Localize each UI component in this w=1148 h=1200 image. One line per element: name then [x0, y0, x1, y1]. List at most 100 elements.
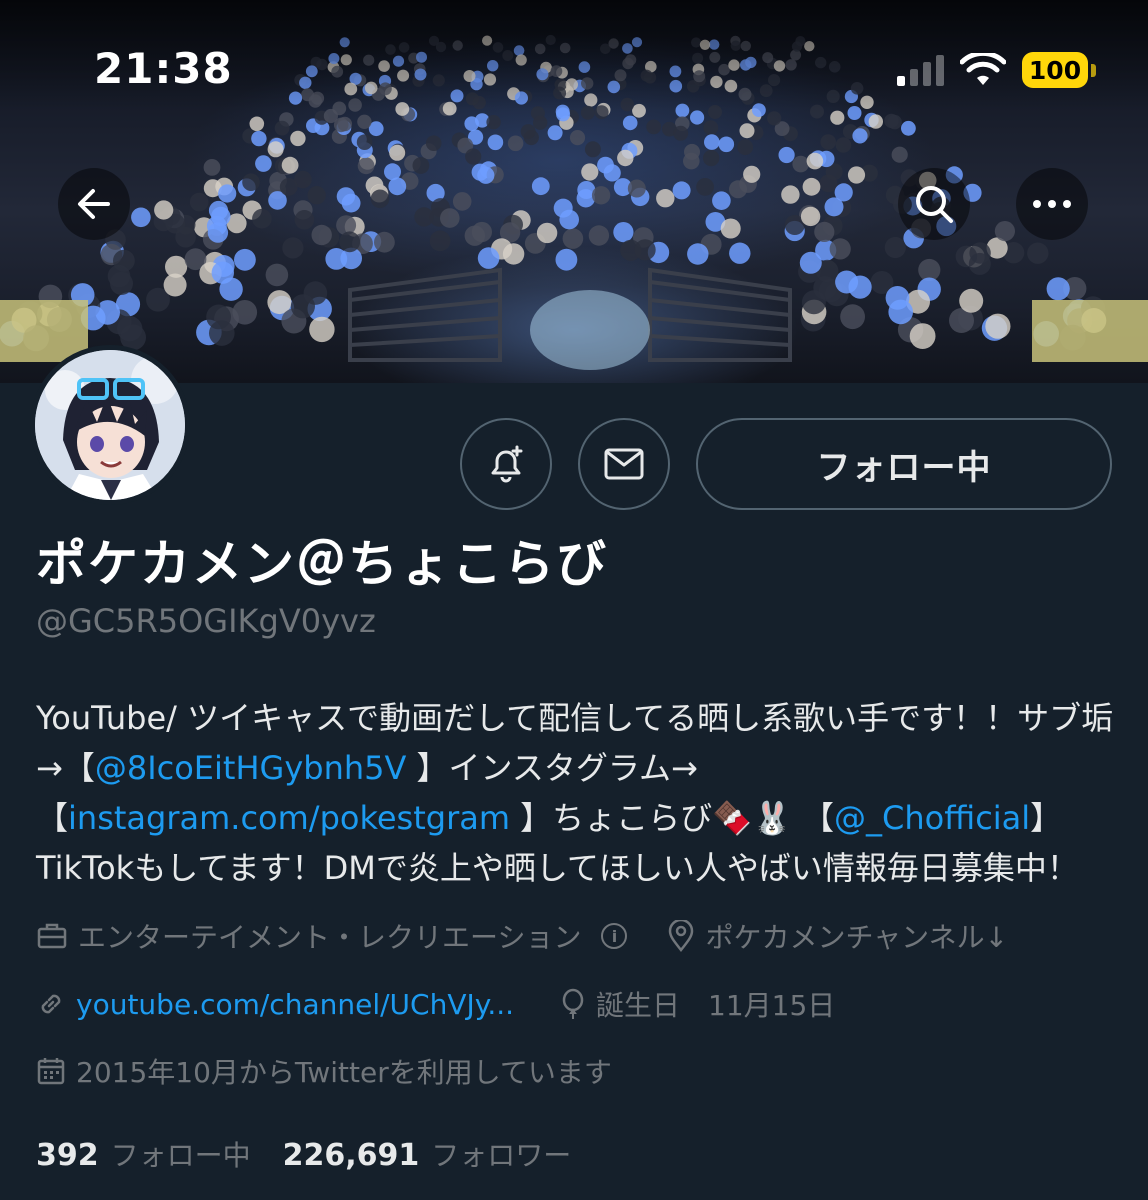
crowd-dot [617, 149, 634, 167]
crowd-dot [555, 248, 578, 271]
avatar-illustration [35, 350, 185, 500]
category-label: エンターテイメント・レクリエーション [78, 921, 582, 954]
followers-count: 226,691 [282, 1138, 420, 1173]
crowd-dot [613, 222, 634, 243]
crowd-dot [703, 120, 719, 136]
crowd-dot [672, 181, 691, 200]
notifications-button[interactable] [460, 418, 552, 510]
crowd-dot [569, 130, 586, 146]
crowd-dot [814, 221, 835, 242]
crowd-dot [520, 124, 536, 140]
crowd-dot [704, 134, 720, 150]
followers-label: フォロワー [431, 1139, 572, 1172]
crowd-dot [806, 152, 824, 170]
info-icon[interactable]: i [601, 923, 628, 949]
crowd-dot [968, 252, 991, 275]
crowd-dot [370, 189, 390, 209]
balloon-icon [562, 988, 584, 1019]
user-handle: @GC5R5OGIKgV0yvz [36, 602, 376, 640]
message-button[interactable] [578, 418, 670, 510]
cellular-signal-icon [897, 54, 944, 86]
crowd-dot [830, 110, 845, 125]
crowd-dot [339, 231, 361, 253]
profile-avatar[interactable] [30, 345, 190, 505]
crowd-dot [792, 155, 809, 173]
crowd-dot [452, 192, 472, 211]
crowd-dot [249, 116, 265, 132]
following-button[interactable]: フォロー中 [696, 418, 1112, 510]
crowd-dot [531, 177, 550, 196]
crowd-dot [189, 192, 209, 212]
crowd-dot [884, 236, 906, 259]
website-link[interactable]: youtube.com/channel/UChVJy... [76, 988, 514, 1021]
crowd-dot [323, 108, 338, 124]
crowd-dot [835, 137, 852, 153]
location-pin-icon [669, 920, 694, 952]
crowd-dot [584, 141, 601, 158]
crowd-dot [559, 209, 579, 230]
crowd-dot [588, 225, 610, 246]
crowd-dot [868, 114, 883, 129]
crowd-dot [154, 200, 174, 220]
bio-text-3: 】ちょこらび🍫🐰 【 [510, 799, 835, 837]
crowd-dot [622, 115, 638, 131]
crowd-dot [465, 148, 482, 165]
search-button[interactable] [898, 168, 970, 240]
crowd-dot [163, 273, 187, 297]
location-item: ポケカメンチャンネル↓ [667, 916, 1008, 956]
crowd-dot [307, 186, 326, 205]
crowd-dot [743, 165, 761, 183]
crowd-dot [279, 178, 298, 196]
crowd-dot [985, 313, 1011, 339]
crowd-dot [281, 156, 299, 174]
joined-label: 2015年10月からTwitterを利用しています [76, 1056, 612, 1089]
crowd-dot [234, 248, 256, 271]
follow-stats: 392 フォロー中 226,691 フォロワー [36, 1134, 571, 1174]
battery-level: 100 [1022, 52, 1088, 88]
category-item[interactable]: エンターテイメント・レクリエーション i [36, 916, 628, 956]
crowd-dot [634, 239, 656, 261]
crowd-dot [389, 144, 406, 161]
wifi-icon [960, 53, 1006, 85]
bio-link-instagram[interactable]: instagram.com/pokestgram [68, 799, 510, 837]
status-icons: 100 [897, 52, 1096, 88]
crowd-dot [486, 115, 501, 130]
back-button[interactable] [58, 168, 130, 240]
arrow-left-icon [78, 189, 110, 219]
crowd-dot [737, 139, 754, 156]
following-stat[interactable]: 392 フォロー中 [36, 1134, 251, 1174]
bio-link-sub-account[interactable]: @8IcoEitHGybnh5V [95, 749, 407, 787]
birthday-label: 誕生日 11月15日 [596, 989, 836, 1022]
birthday-item: 誕生日 11月15日 [560, 984, 835, 1024]
crowd-dot [274, 120, 290, 136]
profile-meta-row-2: youtube.com/channel/UChVJy... 誕生日 11月15日 [36, 984, 835, 1024]
bell-plus-icon [491, 445, 523, 483]
crowd-dot [252, 208, 272, 229]
crowd-dot [819, 174, 838, 193]
crowd-dot [211, 206, 231, 227]
crowd-dot [357, 114, 372, 129]
crowd-dot [800, 206, 821, 227]
website-item[interactable]: youtube.com/channel/UChVJy... [36, 988, 514, 1021]
crowd-dot [884, 113, 899, 129]
crowd-dot [829, 238, 851, 260]
crowd-dot [425, 135, 442, 151]
crowd-dot [471, 221, 492, 243]
crowd-dot [487, 134, 504, 151]
crowd-dot [294, 210, 315, 230]
crowd-dot [690, 110, 705, 125]
crowd-dot [840, 304, 865, 330]
crowd-dot [739, 123, 755, 139]
crowd-dot [107, 264, 131, 288]
crowd-dot [211, 261, 234, 284]
more-options-button[interactable] [1016, 168, 1088, 240]
followers-stat[interactable]: 226,691 フォロワー [283, 1134, 572, 1174]
crowd-dot [533, 115, 548, 130]
envelope-icon [604, 448, 644, 480]
bio-link-chofficial[interactable]: @_Chofficial [834, 799, 1030, 837]
crowd-dot [1046, 277, 1070, 301]
crowd-dot [909, 323, 936, 349]
crowd-dot [507, 135, 524, 152]
crowd-dot [414, 207, 434, 227]
crowd-dot [429, 230, 451, 252]
